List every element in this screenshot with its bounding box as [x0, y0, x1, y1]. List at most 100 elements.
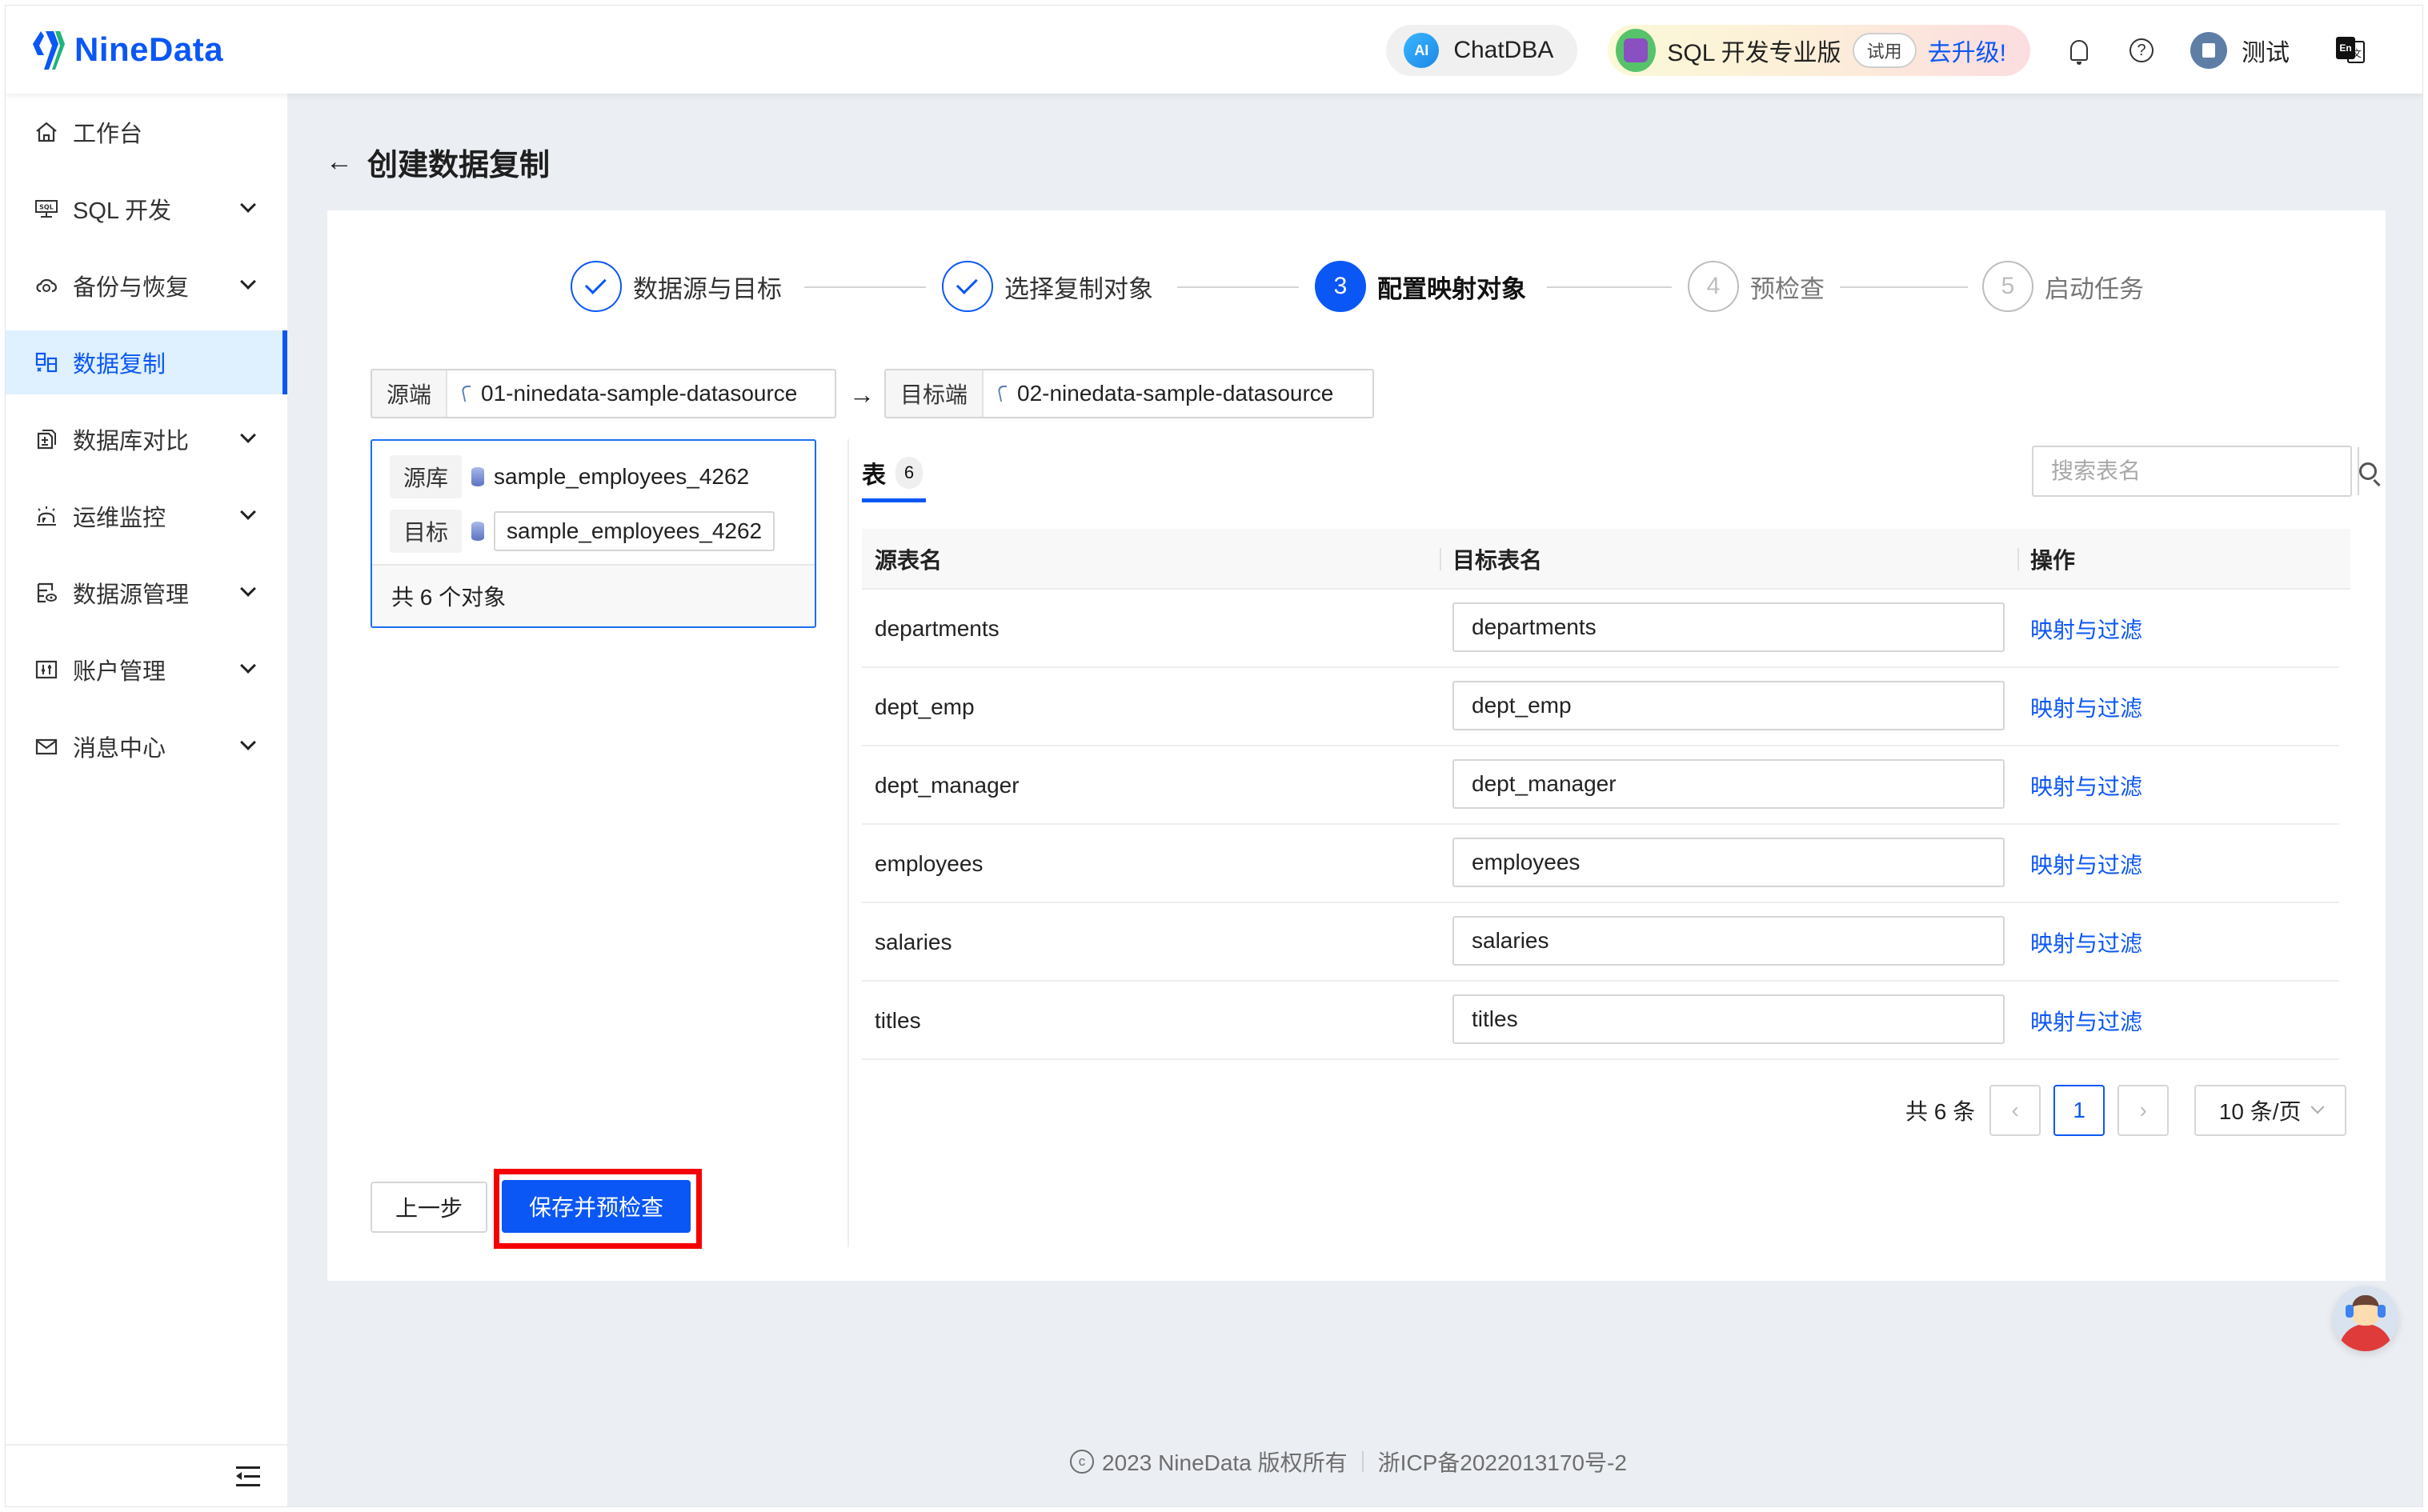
- map-filter-link[interactable]: 映射与过滤: [2030, 668, 2142, 746]
- prev-page-button[interactable]: ‹: [1989, 1085, 2041, 1136]
- chevron-down-icon: [240, 581, 256, 597]
- sql-monitor-icon: SQL: [33, 197, 60, 221]
- previous-step-button[interactable]: 上一步: [371, 1182, 487, 1233]
- chevron-down-icon: [240, 427, 256, 443]
- username[interactable]: 测试: [2242, 33, 2290, 68]
- map-filter-link[interactable]: 映射与过滤: [2030, 825, 2142, 903]
- map-filter-link[interactable]: 映射与过滤: [2030, 903, 2142, 982]
- copyright-text: 2023 NineData 版权所有: [1102, 1450, 1348, 1475]
- mail-icon: [33, 734, 60, 758]
- tab-tables[interactable]: 表 6: [862, 455, 923, 490]
- object-panel[interactable]: 源库 sample_employees_4262 目标 sample_emplo…: [371, 439, 816, 628]
- upgrade-link[interactable]: 去升级!: [1928, 33, 2006, 68]
- step-label: 选择复制对象: [1004, 274, 1153, 303]
- source-table-name: titles: [875, 1008, 921, 1033]
- notifications-button[interactable]: [2065, 37, 2093, 65]
- chevron-down-icon: [240, 197, 256, 213]
- sidebar-item-messages[interactable]: 消息中心: [6, 714, 287, 778]
- edition-label: SQL 开发专业版: [1667, 40, 1841, 66]
- chatdba-label: ChatDBA: [1453, 37, 1554, 63]
- target-table-input[interactable]: [1452, 602, 2005, 652]
- icp-link[interactable]: 浙ICP备2022013170号-2: [1378, 1446, 1627, 1478]
- table-row: salaries 映射与过滤: [862, 903, 2339, 982]
- sidebar-item-label: 数据源管理: [73, 582, 190, 608]
- step-label: 数据源与目标: [633, 274, 782, 303]
- help-button[interactable]: ?: [2128, 37, 2155, 64]
- step-2: 选择复制对象: [942, 258, 1153, 314]
- map-filter-link[interactable]: 映射与过滤: [2030, 982, 2142, 1060]
- mysql-icon: [996, 384, 1011, 403]
- map-filter-link[interactable]: 映射与过滤: [2030, 746, 2142, 825]
- chevron-down-icon: [240, 658, 256, 674]
- app-window: NineData AI ChatDBA SQL 开发专业版 试用 去升级! ?: [5, 5, 2423, 1507]
- wizard-steps: 数据源与目标 选择复制对象 3 配置映射对象 4 预检查 5 启动任务: [327, 258, 2386, 314]
- sidebar-item-label: 消息中心: [73, 736, 166, 762]
- source-tag: 源端: [372, 370, 448, 417]
- page-button[interactable]: 1: [2053, 1085, 2105, 1136]
- sidebar-item-workbench[interactable]: 工作台: [6, 100, 287, 164]
- sidebar-item-label: 备份与恢复: [73, 275, 190, 301]
- sidebar-item-monitoring[interactable]: 运维监控: [6, 484, 287, 548]
- table-row: titles 映射与过滤: [862, 982, 2339, 1060]
- target-datasource-name: 02-ninedata-sample-datasource: [1017, 381, 1334, 406]
- search-button[interactable]: [2358, 447, 2377, 495]
- chatdba-button[interactable]: AI ChatDBA: [1386, 25, 1578, 76]
- save-and-precheck-button[interactable]: 保存并预检查: [502, 1180, 691, 1233]
- next-page-button[interactable]: ›: [2117, 1085, 2170, 1136]
- brand-logo[interactable]: NineData: [30, 28, 223, 71]
- help-icon: ?: [2130, 38, 2154, 62]
- user-avatar[interactable]: [2190, 32, 2227, 69]
- account-icon: [33, 658, 60, 682]
- step-connector: [804, 286, 926, 288]
- ai-chat-icon: AI: [1404, 33, 1446, 73]
- step-label: 配置映射对象: [1377, 274, 1526, 303]
- step-4: 4 预检查: [1688, 258, 1825, 314]
- edition-banner[interactable]: SQL 开发专业版 试用 去升级!: [1608, 25, 2030, 76]
- sidebar-item-backup[interactable]: 备份与恢复: [6, 254, 287, 318]
- step-1: 数据源与目标: [571, 258, 782, 314]
- collapse-sidebar-icon[interactable]: [236, 1466, 260, 1487]
- target-table-input[interactable]: [1452, 838, 2005, 887]
- column-header-action: 操作: [2030, 548, 2076, 573]
- sidebar-item-replication[interactable]: 数据复制: [6, 330, 287, 394]
- chevron-down-icon: [2310, 1100, 2324, 1114]
- ninedata-logo-icon: [33, 31, 65, 70]
- search-input[interactable]: [2033, 447, 2358, 495]
- sidebar-item-db-compare[interactable]: 数据库对比: [6, 407, 287, 471]
- table-row: departments 映射与过滤: [862, 590, 2339, 668]
- customer-support-button[interactable]: [2333, 1286, 2398, 1351]
- language-switch[interactable]: 文 En: [2336, 37, 2366, 64]
- sidebar-item-sql-dev[interactable]: SQL SQL 开发: [6, 177, 287, 241]
- target-table-input[interactable]: [1452, 759, 2005, 809]
- arrow-right-icon: →: [849, 380, 875, 409]
- mysql-icon: [460, 384, 475, 403]
- svg-text:SQL: SQL: [39, 204, 54, 211]
- column-separator: [1440, 548, 1441, 570]
- tab-count-badge: 6: [895, 457, 923, 489]
- target-table-input[interactable]: [1452, 994, 2005, 1044]
- database-icon: [471, 522, 484, 541]
- sidebar-item-datasource[interactable]: 数据源管理: [6, 561, 287, 625]
- step-number: 3: [1315, 261, 1366, 312]
- step-connector: [1177, 286, 1299, 288]
- cloud-sync-icon: [33, 274, 60, 298]
- step-check-icon: [942, 261, 993, 312]
- step-connector: [1547, 286, 1672, 288]
- chevron-down-icon: [240, 274, 256, 290]
- target-table-input[interactable]: [1452, 681, 2005, 730]
- trial-badge: 试用: [1852, 33, 1917, 68]
- lang-en-glyph: En: [2336, 37, 2355, 59]
- chevron-down-icon: [240, 734, 256, 750]
- step-label: 启动任务: [2045, 274, 2144, 303]
- target-db-input[interactable]: sample_employees_4262: [494, 511, 775, 551]
- map-filter-link[interactable]: 映射与过滤: [2030, 590, 2142, 668]
- arrow-left-icon[interactable]: ←: [326, 146, 353, 178]
- top-header: NineData AI ChatDBA SQL 开发专业版 试用 去升级! ?: [6, 6, 2422, 94]
- sidebar-item-label: SQL 开发: [73, 198, 172, 224]
- source-table-name: dept_manager: [875, 773, 1020, 798]
- page-size-select[interactable]: 10 条/页: [2194, 1085, 2347, 1136]
- sidebar-item-account[interactable]: 账户管理: [6, 638, 287, 702]
- column-separator: [2017, 548, 2019, 570]
- search-icon: [2359, 462, 2377, 480]
- target-table-input[interactable]: [1452, 916, 2005, 966]
